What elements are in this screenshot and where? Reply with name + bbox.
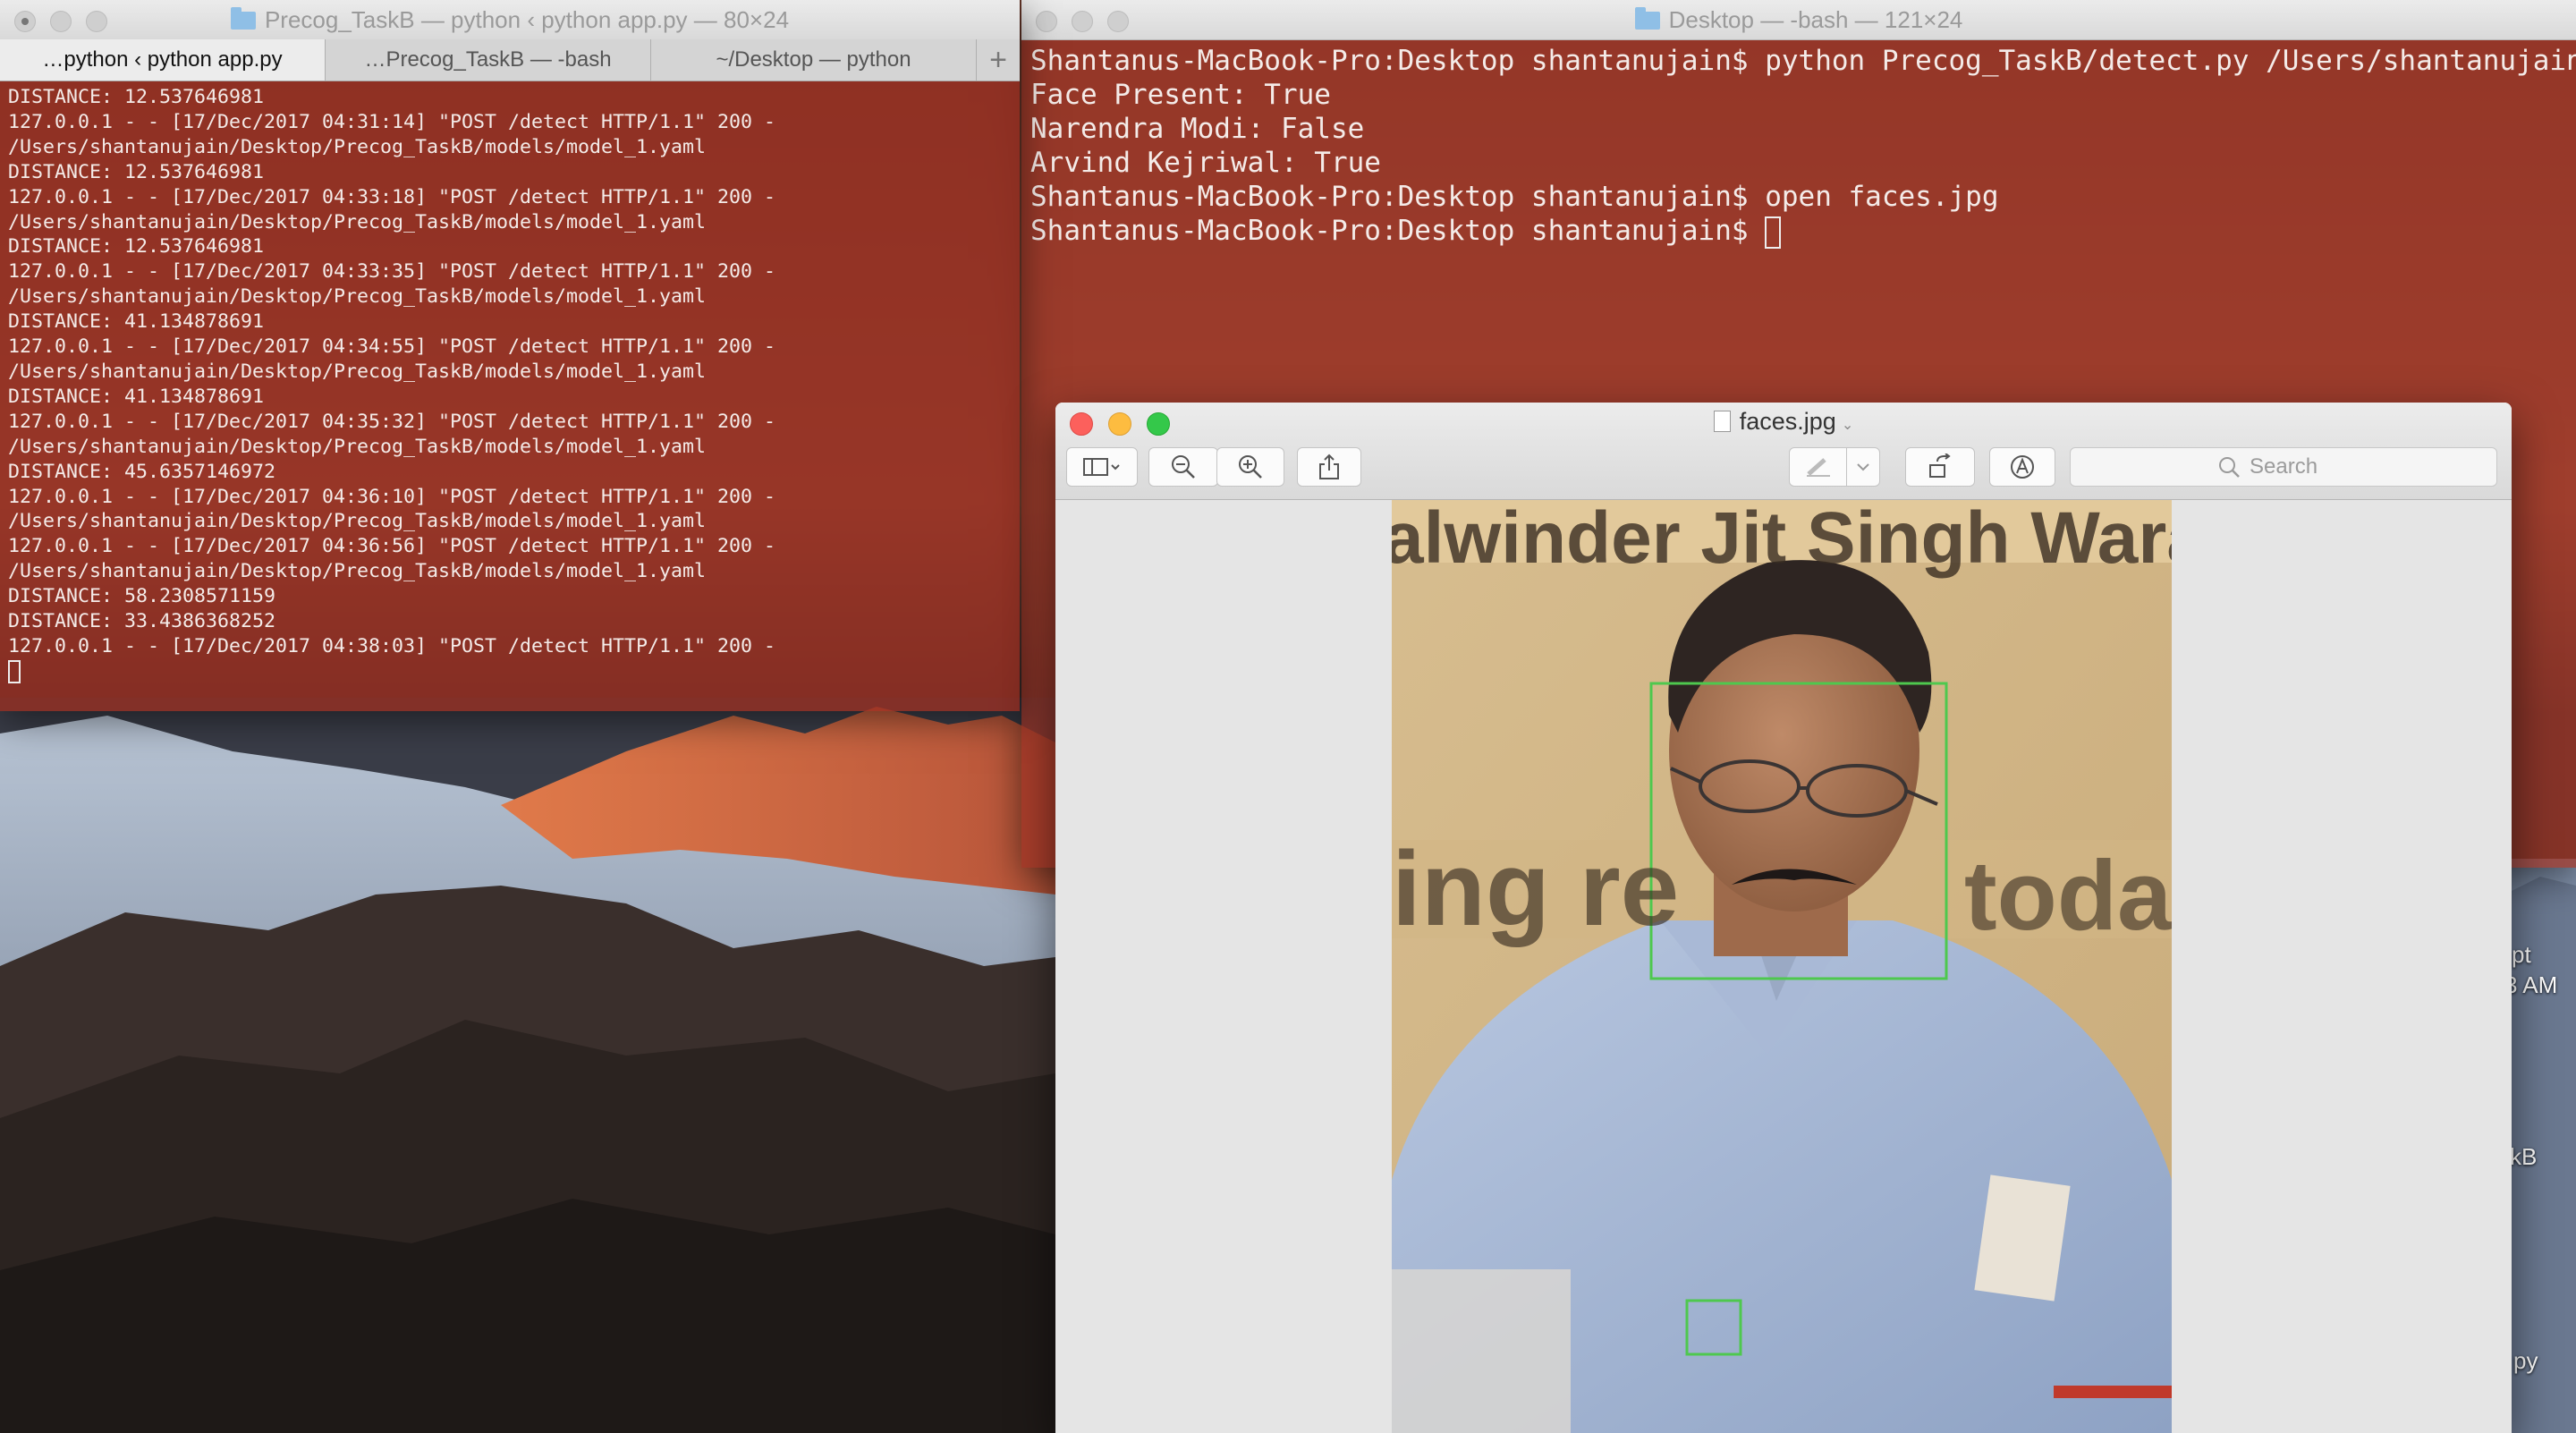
terminal-output[interactable]: DISTANCE: 12.537646981 127.0.0.1 - - [17/… bbox=[0, 81, 1020, 711]
text-cursor bbox=[8, 659, 21, 683]
terminal-line: DISTANCE: 12.537646981 bbox=[8, 86, 265, 108]
search-field[interactable] bbox=[2070, 447, 2497, 487]
terminal-line: 127.0.0.1 - - [17/Dec/2017 04:33:18] "PO… bbox=[8, 185, 776, 208]
terminal-line: DISTANCE: 58.2308571159 bbox=[8, 585, 276, 608]
markup-toolbar-button[interactable] bbox=[1989, 447, 2055, 487]
preview-window[interactable]: faces.jpg ⌄ Search alwinder Jit Singh Wa… bbox=[1055, 403, 2512, 1433]
markup-circle-icon bbox=[2011, 455, 2034, 479]
document-title[interactable]: faces.jpg ⌄ bbox=[1055, 408, 2512, 436]
share-icon bbox=[1319, 454, 1339, 479]
photo-illustration: alwinder Jit Singh Wara ing re today bbox=[1392, 500, 2172, 1433]
tab-bar: …python ‹ python app.py …Precog_TaskB — … bbox=[0, 39, 1020, 81]
terminal-line: Face Present: True bbox=[1030, 79, 1331, 111]
plus-icon: + bbox=[989, 43, 1007, 77]
terminal-line: /Users/shantanujain/Desktop/Precog_TaskB… bbox=[8, 360, 707, 383]
terminal-line: /Users/shantanujain/Desktop/Precog_TaskB… bbox=[8, 435, 707, 458]
window-title: Desktop — -bash — 121×24 bbox=[1668, 6, 1963, 33]
tab-desktop-python[interactable]: ~/Desktop — python bbox=[651, 39, 977, 81]
close-button[interactable] bbox=[1036, 11, 1057, 32]
chevron-down-icon[interactable]: ⌄ bbox=[1842, 418, 1853, 433]
terminal-line: 127.0.0.1 - - [17/Dec/2017 04:31:14] "PO… bbox=[8, 110, 776, 133]
terminal-line: 127.0.0.1 - - [17/Dec/2017 04:38:03] "PO… bbox=[8, 634, 776, 657]
terminal-line: DISTANCE: 41.134878691 bbox=[8, 385, 265, 408]
markup-pen-menu-button[interactable] bbox=[1846, 447, 1880, 487]
text-cursor bbox=[1765, 216, 1782, 249]
rotate-icon bbox=[1929, 454, 1951, 478]
terminal-line: Arvind Kejriwal: True bbox=[1030, 147, 1381, 179]
folder-icon bbox=[1634, 7, 1660, 30]
faces-photo: alwinder Jit Singh Wara ing re today bbox=[1392, 500, 2172, 1433]
desktop-clipped-label: py bbox=[2513, 1347, 2538, 1374]
window-title: Precog_TaskB — python ‹ python app.py — … bbox=[264, 6, 790, 33]
tab-bash[interactable]: …Precog_TaskB — -bash bbox=[326, 39, 651, 81]
sidebar-icon bbox=[1083, 458, 1120, 476]
zoom-button[interactable] bbox=[1107, 11, 1129, 32]
banner-text: ing re bbox=[1392, 830, 1679, 948]
terminal-line: /Users/shantanujain/Desktop/Precog_TaskB… bbox=[8, 135, 707, 158]
terminal-line: /Users/shantanujain/Desktop/Precog_TaskB… bbox=[8, 285, 707, 309]
minimize-button[interactable] bbox=[1072, 11, 1093, 32]
tab-label: ~/Desktop — python bbox=[716, 47, 911, 72]
search-input[interactable] bbox=[2248, 454, 2350, 480]
window-controls bbox=[1036, 11, 1129, 32]
terminal-line: 127.0.0.1 - - [17/Dec/2017 04:36:56] "PO… bbox=[8, 535, 776, 558]
preview-toolbar: faces.jpg ⌄ bbox=[1055, 403, 2512, 500]
banner-text: alwinder Jit Singh Wara bbox=[1392, 500, 2172, 579]
close-button[interactable] bbox=[14, 11, 36, 32]
terminal-line: /Users/shantanujain/Desktop/Precog_TaskB… bbox=[8, 560, 707, 583]
banner-text: today bbox=[1964, 841, 2172, 951]
terminal-line: /Users/shantanujain/Desktop/Precog_TaskB… bbox=[8, 210, 707, 233]
terminal-line: DISTANCE: 33.4386368252 bbox=[8, 610, 276, 633]
chevron-down-icon bbox=[1857, 463, 1869, 471]
minimize-button[interactable] bbox=[50, 11, 72, 32]
desktop-clipped-label: pt bbox=[2512, 941, 2531, 968]
sidebar-view-button[interactable] bbox=[1066, 447, 1138, 487]
folder-icon bbox=[230, 7, 256, 30]
terminal-prompt-line: Shantanus-MacBook-Pro:Desktop shantanuja… bbox=[1030, 214, 2576, 249]
terminal-line: DISTANCE: 41.134878691 bbox=[8, 310, 265, 334]
zoom-out-icon bbox=[1172, 455, 1195, 479]
terminal-line: 127.0.0.1 - - [17/Dec/2017 04:36:10] "PO… bbox=[8, 485, 776, 508]
title-bar[interactable]: Desktop — -bash — 121×24 bbox=[1021, 0, 2576, 40]
filename: faces.jpg bbox=[1739, 408, 1836, 435]
terminal-line: Shantanus-MacBook-Pro:Desktop shantanuja… bbox=[1030, 181, 1999, 213]
new-tab-button[interactable]: + bbox=[977, 39, 1020, 81]
window-controls bbox=[14, 11, 107, 32]
tab-label: …python ‹ python app.py bbox=[42, 47, 283, 72]
prompt-text: Shantanus-MacBook-Pro:Desktop shantanuja… bbox=[1030, 215, 1766, 247]
terminal-line: DISTANCE: 45.6357146972 bbox=[8, 460, 276, 483]
image-file-icon bbox=[1713, 411, 1731, 432]
image-viewport[interactable]: alwinder Jit Singh Wara ing re today bbox=[1055, 500, 2512, 1433]
zoom-in-button[interactable] bbox=[1216, 447, 1284, 487]
terminal-line: 127.0.0.1 - - [17/Dec/2017 04:34:55] "PO… bbox=[8, 335, 776, 359]
desktop-clipped-label: 3 AM bbox=[2504, 971, 2558, 998]
rotate-button[interactable] bbox=[1905, 447, 1975, 487]
search-icon bbox=[2219, 457, 2240, 478]
zoom-out-button[interactable] bbox=[1148, 447, 1218, 487]
tab-python-app[interactable]: …python ‹ python app.py bbox=[0, 39, 326, 81]
terminal-line: DISTANCE: 12.537646981 bbox=[8, 160, 265, 183]
terminal-line: DISTANCE: 12.537646981 bbox=[8, 235, 265, 259]
terminal-line: 127.0.0.1 - - [17/Dec/2017 04:33:35] "PO… bbox=[8, 260, 776, 284]
terminal-window-precog[interactable]: Precog_TaskB — python ‹ python app.py — … bbox=[0, 0, 1020, 711]
desktop-clipped-label: kB bbox=[2510, 1143, 2538, 1170]
terminal-line: Shantanus-MacBook-Pro:Desktop shantanuja… bbox=[1030, 45, 2576, 77]
zoom-button[interactable] bbox=[86, 11, 107, 32]
terminal-line: /Users/shantanujain/Desktop/Precog_TaskB… bbox=[8, 510, 707, 533]
terminal-cursor-line bbox=[8, 659, 1020, 684]
title-bar[interactable]: Precog_TaskB — python ‹ python app.py — … bbox=[0, 0, 1020, 40]
share-button[interactable] bbox=[1297, 447, 1361, 487]
zoom-in-icon bbox=[1239, 455, 1262, 479]
tab-label: …Precog_TaskB — -bash bbox=[364, 47, 612, 72]
terminal-line: 127.0.0.1 - - [17/Dec/2017 04:35:32] "PO… bbox=[8, 410, 776, 433]
markup-pen-button[interactable] bbox=[1789, 447, 1848, 487]
pen-icon bbox=[1807, 458, 1830, 477]
terminal-line: Narendra Modi: False bbox=[1030, 113, 1365, 145]
